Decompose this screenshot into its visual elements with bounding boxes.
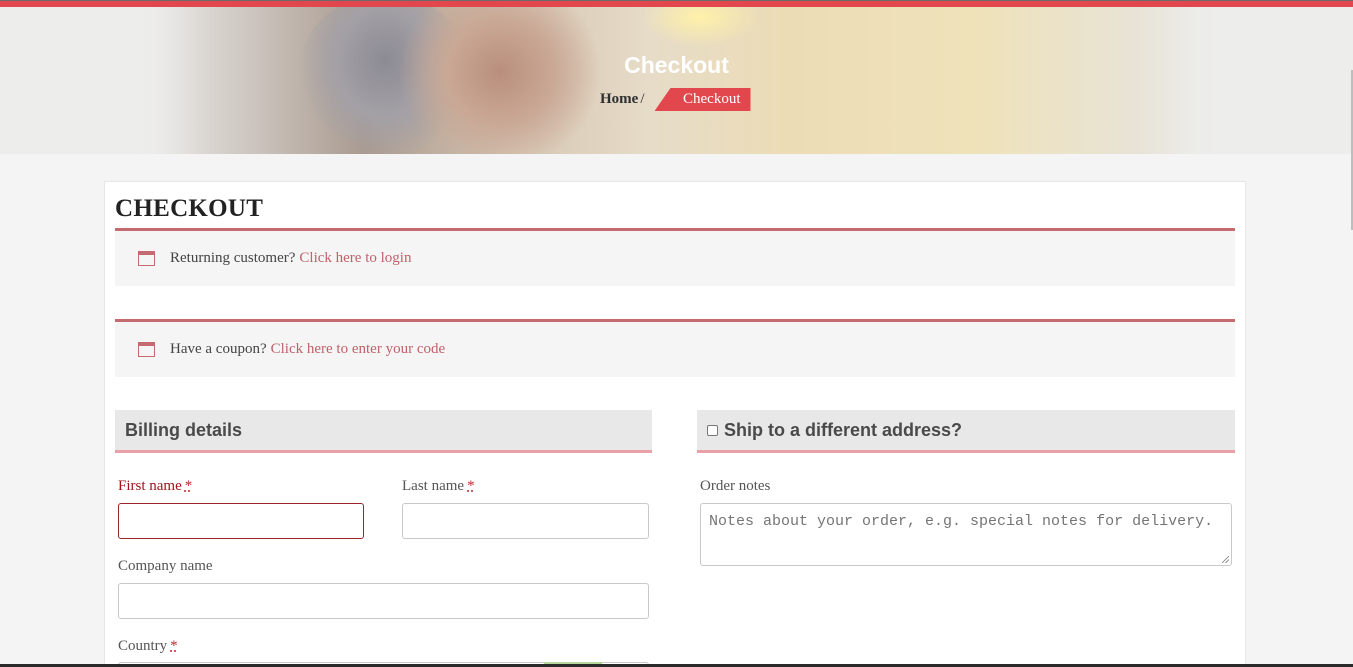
login-notice-text: Returning customer? bbox=[170, 250, 296, 266]
company-name-label: Company name bbox=[118, 558, 213, 574]
login-link[interactable]: Click here to login bbox=[299, 250, 411, 267]
top-accent-bar bbox=[0, 0, 1353, 7]
order-notes-placeholder: Notes about your order, e.g. special not… bbox=[709, 513, 1214, 530]
required-marker: * bbox=[467, 478, 475, 494]
hero-banner: Checkout Home / Checkout bbox=[0, 7, 1353, 154]
resize-grip-icon[interactable] bbox=[1222, 556, 1229, 563]
ship-different-address-heading[interactable]: Ship to a different address? bbox=[697, 410, 1235, 453]
order-notes-textarea[interactable]: Notes about your order, e.g. special not… bbox=[700, 503, 1232, 566]
ship-different-address-checkbox[interactable] bbox=[707, 424, 718, 436]
breadcrumb-home-link[interactable]: Home bbox=[600, 91, 638, 108]
page-title: CHECKOUT bbox=[115, 195, 264, 222]
calendar-icon bbox=[138, 342, 155, 357]
order-notes-label: Order notes bbox=[700, 478, 771, 494]
last-name-label: Last name * bbox=[402, 478, 475, 494]
hero-title: Checkout bbox=[624, 52, 729, 78]
first-name-label: First name * bbox=[118, 478, 193, 494]
login-notice: Returning customer? Click here to login bbox=[115, 228, 1235, 286]
breadcrumb-current: Checkout bbox=[654, 88, 751, 111]
country-label: Country * bbox=[118, 638, 178, 654]
billing-details-heading: Billing details bbox=[115, 410, 652, 453]
coupon-link[interactable]: Click here to enter your code bbox=[271, 341, 446, 358]
required-marker: * bbox=[184, 478, 193, 494]
breadcrumb: Home / Checkout bbox=[600, 88, 751, 111]
required-marker: * bbox=[170, 638, 178, 654]
ship-different-address-label[interactable]: Ship to a different address? bbox=[724, 420, 962, 441]
coupon-notice-text: Have a coupon? bbox=[170, 341, 267, 357]
company-name-input[interactable] bbox=[118, 583, 649, 619]
first-name-input[interactable] bbox=[118, 503, 364, 539]
breadcrumb-separator: / bbox=[640, 91, 645, 107]
coupon-notice: Have a coupon? Click here to enter your … bbox=[115, 319, 1235, 377]
last-name-input[interactable] bbox=[402, 503, 649, 539]
calendar-icon bbox=[138, 251, 155, 266]
